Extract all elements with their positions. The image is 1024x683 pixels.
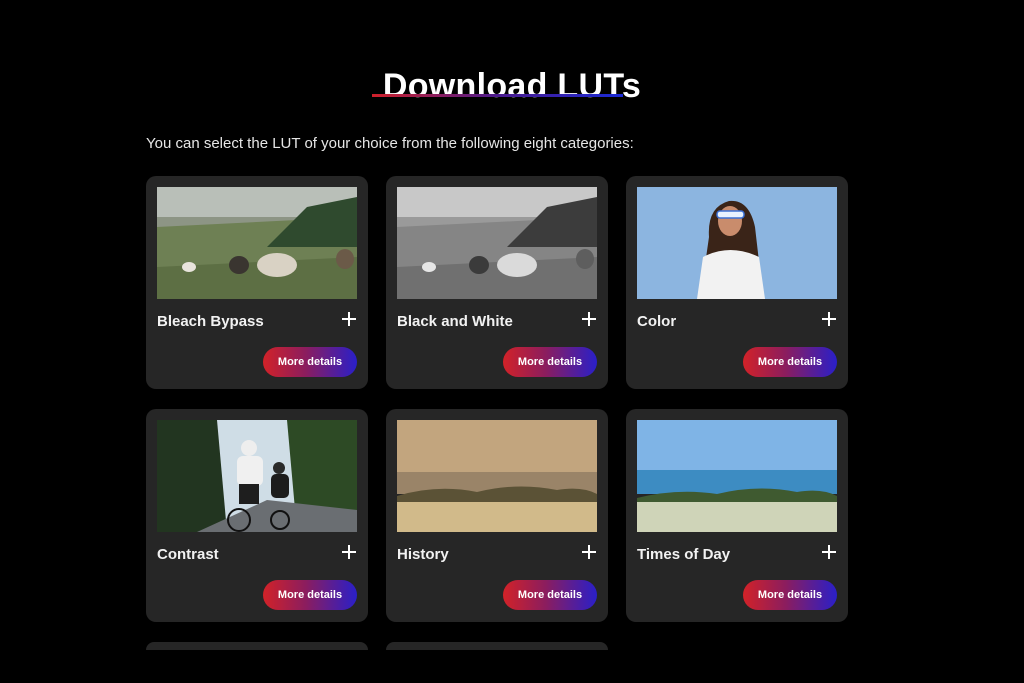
woman-blue-background-photo[interactable] [637,187,837,299]
plus-icon[interactable] [822,545,836,559]
title-underline [372,94,623,97]
card-title: Color [637,313,677,330]
intro-text: You can select the LUT of your choice fr… [146,135,634,152]
lut-card-black-and-white: Black and White More details [386,176,608,389]
card-title: Contrast [157,546,219,563]
lut-card-partial [146,642,368,650]
lut-card-times-of-day: Times of Day More details [626,409,848,622]
more-details-button[interactable]: More details [743,580,837,610]
lut-card-partial [386,642,608,650]
plus-icon[interactable] [582,545,596,559]
plus-icon[interactable] [822,312,836,326]
sea-meadow-photo[interactable] [637,420,837,532]
lut-card-bleach-bypass: Bleach Bypass More details [146,176,368,389]
more-details-button[interactable]: More details [743,347,837,377]
more-details-button[interactable]: More details [263,347,357,377]
more-details-button[interactable]: More details [503,580,597,610]
cows-monochrome-photo[interactable] [397,187,597,299]
lut-card-history: History More details [386,409,608,622]
card-title: Bleach Bypass [157,313,264,330]
card-title: History [397,546,449,563]
lut-card-color: Color More details [626,176,848,389]
sepia-landscape-photo[interactable] [397,420,597,532]
plus-icon[interactable] [582,312,596,326]
cyclists-road-photo[interactable] [157,420,357,532]
more-details-button[interactable]: More details [503,347,597,377]
page-title: Download LUTs [382,66,642,105]
card-title: Black and White [397,313,513,330]
more-details-button[interactable]: More details [263,580,357,610]
plus-icon[interactable] [342,545,356,559]
cows-desaturated-photo[interactable] [157,187,357,299]
plus-icon[interactable] [342,312,356,326]
card-title: Times of Day [637,546,731,563]
lut-card-contrast: Contrast More details [146,409,368,622]
